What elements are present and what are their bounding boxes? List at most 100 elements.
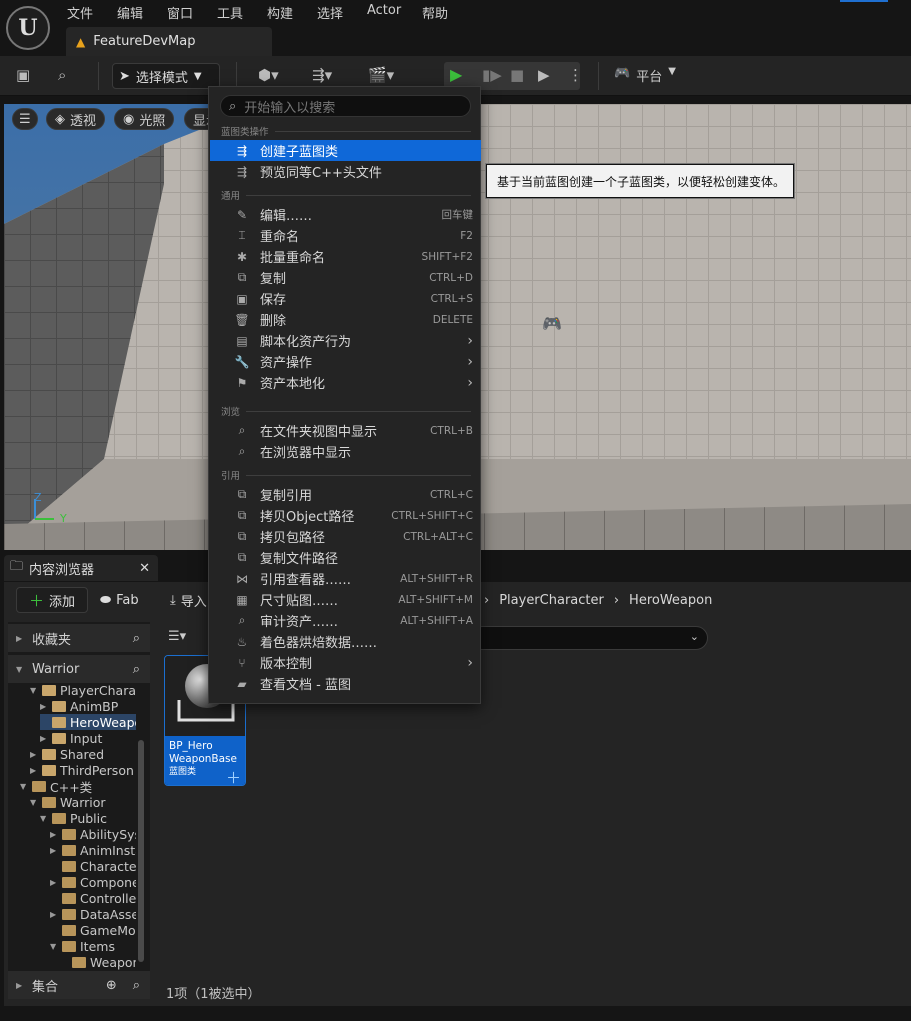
tree-item[interactable]: ▼ C++类 [20, 778, 136, 795]
tree-item[interactable]: ▼ Warrior [30, 794, 136, 810]
menu-item[interactable]: ⑂ 版本控制 › [210, 652, 481, 673]
expand-arrow-icon[interactable]: ▶ [50, 910, 58, 919]
more-options-icon[interactable]: ⋮ [568, 66, 583, 84]
tree-item[interactable]: ▶ Components [50, 874, 136, 890]
menu-item[interactable]: ▰ 查看文档 - 蓝图 [210, 673, 481, 694]
menu-tools[interactable]: 工具 [217, 3, 243, 22]
tree-item[interactable]: Characters [50, 858, 136, 874]
menu-item[interactable]: ✱ 批量重命名 SHIFT+F2 [210, 246, 481, 267]
menu-item[interactable]: ▦ 尺寸贴图…… ALT+SHIFT+M [210, 589, 481, 610]
menu-item[interactable]: ⌕ 在文件夹视图中显示 CTRL+B [210, 420, 481, 441]
tree-item[interactable]: ▶ AnimInstances [50, 842, 136, 858]
lighting-button[interactable]: ◉ 光照 [114, 108, 175, 130]
menu-item[interactable]: ⧉ 拷贝包路径 CTRL+ALT+C [210, 526, 481, 547]
search-icon[interactable]: ⌕ [133, 631, 140, 646]
collections-header[interactable]: ▶ 集合 ⊕ ⌕ [8, 971, 150, 999]
tree-item[interactable]: ▶ AnimBP [40, 698, 136, 714]
menu-item[interactable]: 🗑 删除 DELETE [210, 309, 481, 330]
content-browser-tab[interactable]: 🗀 内容浏览器 ✕ [4, 555, 158, 581]
menu-select[interactable]: 选择 [317, 3, 343, 22]
breadcrumb-item[interactable]: PlayerCharacter [499, 593, 604, 608]
breadcrumb: › PlayerCharacter › HeroWeapon [484, 589, 712, 611]
menu-edit[interactable]: 编辑 [117, 3, 143, 22]
gamepad-icon: 🎮 [614, 66, 631, 81]
add-actor-icon[interactable]: ⬢▾ [258, 66, 279, 84]
tree-item[interactable]: ▶ ThirdPerson [30, 762, 136, 778]
menu-item[interactable]: ⧉ 复制文件路径 [210, 547, 481, 568]
tree-item[interactable]: ▼ Public [40, 810, 136, 826]
level-tab[interactable]: ▲ FeatureDevMap [66, 27, 272, 56]
tree-item[interactable]: HeroWeapon [40, 714, 136, 730]
cinematics-icon[interactable]: 🎬▾ [368, 66, 394, 84]
menu-item[interactable]: ▣ 保存 CTRL+S [210, 288, 481, 309]
menu-item[interactable]: ⚑ 资产本地化 › [210, 372, 481, 393]
tree-item[interactable]: ▶ Shared [30, 746, 136, 762]
menu-item[interactable]: ⇶ 创建子蓝图类 [210, 140, 481, 161]
breadcrumb-item[interactable]: HeroWeapon [629, 593, 712, 608]
collapse-arrow-icon[interactable]: ▼ [20, 782, 28, 791]
add-collection-icon[interactable]: ⊕ [106, 978, 117, 993]
selection-mode-dropdown[interactable]: ➤ 选择模式 ▼ [112, 63, 220, 89]
menu-item[interactable]: ⌕ 在浏览器中显示 [210, 441, 481, 462]
content-browse-icon[interactable]: ⌕ [58, 66, 66, 84]
expand-arrow-icon[interactable]: ▶ [50, 830, 58, 839]
expand-arrow-icon[interactable]: ▶ [40, 702, 48, 711]
expand-arrow-icon[interactable]: ▶ [50, 846, 58, 855]
tree-item[interactable]: ▼ PlayerCharacter [30, 682, 136, 698]
tree-item[interactable]: ▶ Input [40, 730, 136, 746]
tree-item[interactable]: ▶ AbilitySystem [50, 826, 136, 842]
add-button[interactable]: ＋ 添加 [16, 587, 88, 613]
menu-actor[interactable]: Actor [367, 3, 401, 18]
collapse-arrow-icon[interactable]: ▼ [40, 814, 48, 823]
menu-item[interactable]: ⧉ 拷贝Object路径 CTRL+SHIFT+C [210, 505, 481, 526]
expand-arrow-icon[interactable]: ▶ [30, 766, 38, 775]
project-header[interactable]: ▼ Warrior ⌕ [8, 655, 150, 683]
menu-build[interactable]: 构建 [267, 3, 293, 22]
chevron-right-icon: › [467, 374, 473, 391]
tree-item[interactable]: GameModes [50, 922, 136, 938]
collapse-arrow-icon[interactable]: ▼ [50, 942, 58, 951]
blueprints-icon[interactable]: ⇶▾ [312, 66, 332, 84]
filter-icon[interactable]: ☰▾ [168, 629, 186, 644]
tree-item[interactable]: ▶ DataAssets [50, 906, 136, 922]
menu-item[interactable]: ▤ 脚本化资产行为 › [210, 330, 481, 351]
collapse-arrow-icon[interactable]: ▼ [30, 798, 38, 807]
context-menu-search[interactable]: ⌕ 开始输入以搜索 [220, 95, 471, 117]
menu-item[interactable]: ⋈ 引用查看器…… ALT+SHIFT+R [210, 568, 481, 589]
tree-item[interactable]: Weapons [60, 954, 136, 970]
tree-scrollbar[interactable] [138, 740, 144, 962]
menu-item[interactable]: ⌕ 审计资产…… ALT+SHIFT+A [210, 610, 481, 631]
menu-window[interactable]: 窗口 [167, 3, 193, 22]
eject-icon[interactable]: ▶ [538, 66, 550, 84]
viewport-menu-button[interactable]: ☰ [12, 108, 38, 130]
player-start-icon[interactable]: 🎮 [542, 314, 562, 333]
menu-item[interactable]: ⧉ 复制 CTRL+D [210, 267, 481, 288]
menu-item[interactable]: ♨ 着色器烘焙数据…… [210, 631, 481, 652]
menu-item[interactable]: ✎ 编辑…… 回车键 [210, 204, 481, 225]
fab-button[interactable]: ⬬ Fab [100, 587, 160, 613]
platform-dropdown[interactable]: 🎮 平台 ▼ [614, 66, 676, 85]
menu-help[interactable]: 帮助 [422, 3, 448, 22]
menu-file[interactable]: 文件 [67, 3, 93, 22]
menu-item[interactable]: 🔧 资产操作 › [210, 351, 481, 372]
search-icon[interactable]: ⌕ [133, 662, 140, 677]
menu-item[interactable]: ⇶ 预览同等C++头文件 [210, 161, 481, 182]
favorites-header[interactable]: ▶ 收藏夹 ⌕ [8, 624, 150, 652]
expand-arrow-icon[interactable]: ▶ [50, 878, 58, 887]
collapse-arrow-icon[interactable]: ▼ [30, 686, 38, 695]
close-icon[interactable]: ✕ [139, 561, 150, 576]
play-icon[interactable]: ▶ [450, 65, 462, 84]
menu-item[interactable]: ⧉ 复制引用 CTRL+C [210, 484, 481, 505]
tree-item[interactable]: Controllers [50, 890, 136, 906]
tree-item[interactable]: ▼ Items [50, 938, 136, 954]
asset-search-input[interactable]: ⌄ [470, 626, 708, 650]
stop-icon[interactable]: ■ [510, 66, 524, 84]
advance-frame-icon[interactable]: ▮▶ [482, 66, 502, 84]
search-icon[interactable]: ⌕ [133, 978, 140, 993]
unreal-logo-icon[interactable]: U [6, 6, 50, 50]
perspective-button[interactable]: ◈ 透视 [46, 108, 106, 130]
save-icon[interactable]: ▣ [16, 66, 30, 84]
expand-arrow-icon[interactable]: ▶ [40, 734, 48, 743]
expand-arrow-icon[interactable]: ▶ [30, 750, 38, 759]
menu-item[interactable]: ⌶ 重命名 F2 [210, 225, 481, 246]
